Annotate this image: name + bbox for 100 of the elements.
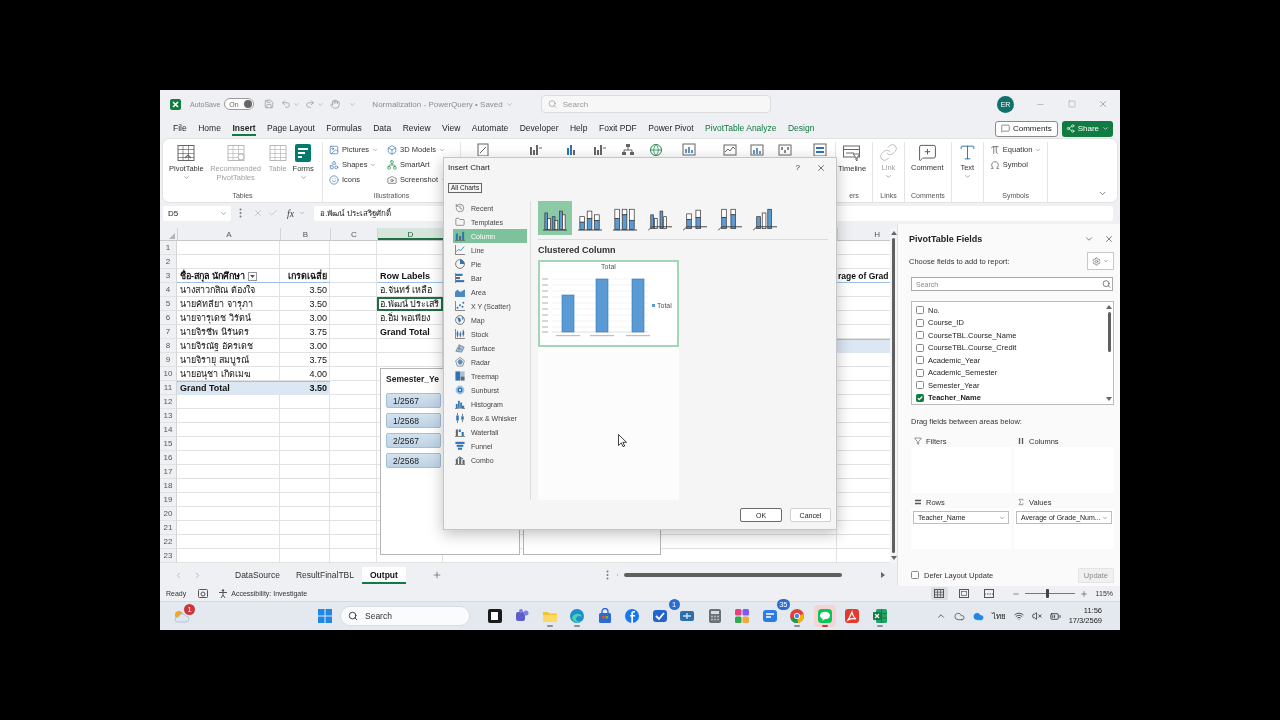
accessibility-icon[interactable] bbox=[218, 589, 229, 598]
settings-button[interactable] bbox=[1087, 252, 1114, 270]
row-header[interactable]: 21 bbox=[160, 521, 177, 535]
scrollbar-thumb[interactable] bbox=[1107, 312, 1111, 352]
sheet-tab[interactable]: ResultFinalTBL bbox=[287, 566, 362, 584]
bar-chart-icon[interactable] bbox=[529, 143, 543, 156]
browser-icon[interactable] bbox=[569, 608, 585, 624]
help-button[interactable]: ? bbox=[795, 163, 800, 173]
row-header[interactable]: 8 bbox=[160, 339, 177, 353]
globe-icon[interactable] bbox=[649, 143, 663, 156]
checkbox[interactable] bbox=[916, 318, 924, 327]
ribbon-tab[interactable]: Data bbox=[373, 121, 392, 136]
cloud-icon[interactable] bbox=[953, 610, 965, 622]
row-header[interactable]: 11 bbox=[160, 381, 177, 395]
speaker-muted-icon[interactable] bbox=[1031, 611, 1042, 621]
win-loss-sparkline-icon[interactable] bbox=[778, 143, 792, 156]
sheet-tab[interactable]: DataSource bbox=[227, 566, 288, 584]
row-header[interactable]: 14 bbox=[160, 423, 177, 437]
close-icon[interactable] bbox=[816, 162, 826, 173]
row-header[interactable]: 18 bbox=[160, 479, 177, 493]
filter-button[interactable] bbox=[247, 271, 257, 281]
row-header[interactable]: 12 bbox=[160, 395, 177, 409]
row-header[interactable]: 7 bbox=[160, 325, 177, 339]
view-button[interactable] bbox=[930, 587, 948, 600]
scroll-up-icon[interactable] bbox=[890, 231, 897, 235]
square-app-icon[interactable] bbox=[486, 608, 503, 624]
ribbon-tab[interactable]: Page Layout bbox=[267, 121, 315, 136]
checkbox[interactable] bbox=[916, 331, 924, 340]
ribbon-tab[interactable]: PivotTable Analyze bbox=[705, 121, 777, 136]
collapse-ribbon-icon[interactable] bbox=[1098, 189, 1107, 198]
row-header[interactable]: 10 bbox=[160, 367, 177, 381]
ribbon-tab[interactable]: Insert bbox=[232, 121, 256, 136]
scroll-down-icon[interactable] bbox=[890, 556, 897, 560]
checkbox[interactable] bbox=[911, 571, 919, 579]
close-icon[interactable] bbox=[1104, 234, 1114, 244]
share-button[interactable]: Share bbox=[1061, 120, 1113, 137]
checkbox[interactable] bbox=[916, 343, 924, 352]
sheet-tab[interactable]: Output bbox=[362, 566, 406, 584]
weather-icon[interactable] bbox=[172, 608, 190, 624]
ribbon-tab[interactable]: Developer bbox=[519, 121, 559, 136]
heading-letter[interactable]: A bbox=[177, 228, 280, 240]
scrollbar-thumb[interactable] bbox=[892, 238, 895, 553]
checkbox[interactable] bbox=[916, 381, 924, 390]
slicer-item[interactable]: 2/2568 bbox=[386, 453, 441, 468]
row-header[interactable]: 17 bbox=[160, 465, 177, 479]
ribbon-tab[interactable]: Automate bbox=[471, 121, 509, 136]
taskbar-search-field[interactable]: Search bbox=[340, 606, 470, 626]
ribbon-tab[interactable]: Help bbox=[570, 121, 588, 136]
more-icon[interactable] bbox=[605, 570, 609, 580]
more-icon[interactable] bbox=[239, 208, 242, 218]
row-header[interactable]: 2 bbox=[160, 255, 177, 269]
slicer-item[interactable]: 1/2568 bbox=[386, 413, 441, 428]
ribbon-tab[interactable]: Design bbox=[787, 121, 815, 136]
scroll-up-icon[interactable] bbox=[1106, 305, 1112, 309]
network-app-icon[interactable] bbox=[679, 608, 695, 624]
row-header[interactable]: 15 bbox=[160, 437, 177, 451]
checkbox[interactable] bbox=[916, 306, 924, 315]
hand-icon[interactable] bbox=[330, 99, 341, 109]
chevron-up-icon[interactable] bbox=[935, 611, 946, 621]
row-header[interactable]: 19 bbox=[160, 493, 177, 507]
page-icon[interactable] bbox=[476, 143, 490, 156]
row-header[interactable]: 23 bbox=[160, 549, 177, 563]
hierarchy-chart-icon[interactable] bbox=[621, 143, 635, 156]
search-field[interactable]: Search bbox=[540, 95, 771, 113]
ribbon-tab[interactable]: View bbox=[442, 121, 461, 136]
ribbon-tab[interactable]: Power Pivot bbox=[648, 121, 694, 136]
ribbon-tab[interactable]: Home bbox=[198, 121, 221, 136]
chart-subtype-option[interactable] bbox=[538, 201, 572, 236]
row-header[interactable]: 6 bbox=[160, 311, 177, 325]
row-header[interactable]: 5 bbox=[160, 297, 177, 311]
slider-thumb[interactable] bbox=[1045, 589, 1049, 598]
ribbon-tab[interactable]: Formulas bbox=[326, 121, 362, 136]
chevron-down-icon[interactable] bbox=[1084, 234, 1094, 244]
ribbon-tab[interactable]: File bbox=[173, 121, 187, 136]
checkbox[interactable] bbox=[916, 356, 924, 365]
slicer-item[interactable]: 1/2567 bbox=[386, 393, 441, 408]
row-header[interactable]: 4 bbox=[160, 283, 177, 297]
round-browser-icon[interactable] bbox=[789, 608, 805, 624]
checkbox[interactable] bbox=[916, 368, 924, 377]
heading-letter[interactable]: D bbox=[377, 228, 443, 240]
save-icon[interactable] bbox=[264, 99, 275, 109]
macro-record-icon[interactable] bbox=[198, 589, 209, 598]
row-header[interactable]: 3 bbox=[160, 269, 177, 283]
row-header[interactable]: 13 bbox=[160, 409, 177, 423]
row-header[interactable]: 16 bbox=[160, 451, 177, 465]
bar-chart-icon[interactable] bbox=[593, 143, 607, 156]
calculator-icon[interactable] bbox=[706, 608, 723, 624]
spreadsheet-app-icon[interactable] bbox=[871, 608, 888, 624]
people-app-icon[interactable] bbox=[514, 608, 530, 624]
insert-function-button[interactable]: fx bbox=[287, 207, 295, 219]
row-header[interactable]: 22 bbox=[160, 535, 177, 549]
social-app-icon[interactable] bbox=[624, 608, 640, 624]
battery-icon[interactable] bbox=[1049, 610, 1061, 622]
slicer-icon[interactable] bbox=[813, 143, 827, 156]
shopping-bag-icon[interactable] bbox=[596, 608, 613, 624]
scrollbar-thumb[interactable] bbox=[623, 573, 842, 577]
row-header[interactable]: 20 bbox=[160, 507, 177, 521]
ribbon-tab[interactable]: Review bbox=[402, 121, 431, 136]
cloud-storage-icon[interactable] bbox=[972, 610, 984, 622]
wifi-icon[interactable] bbox=[1013, 611, 1024, 621]
